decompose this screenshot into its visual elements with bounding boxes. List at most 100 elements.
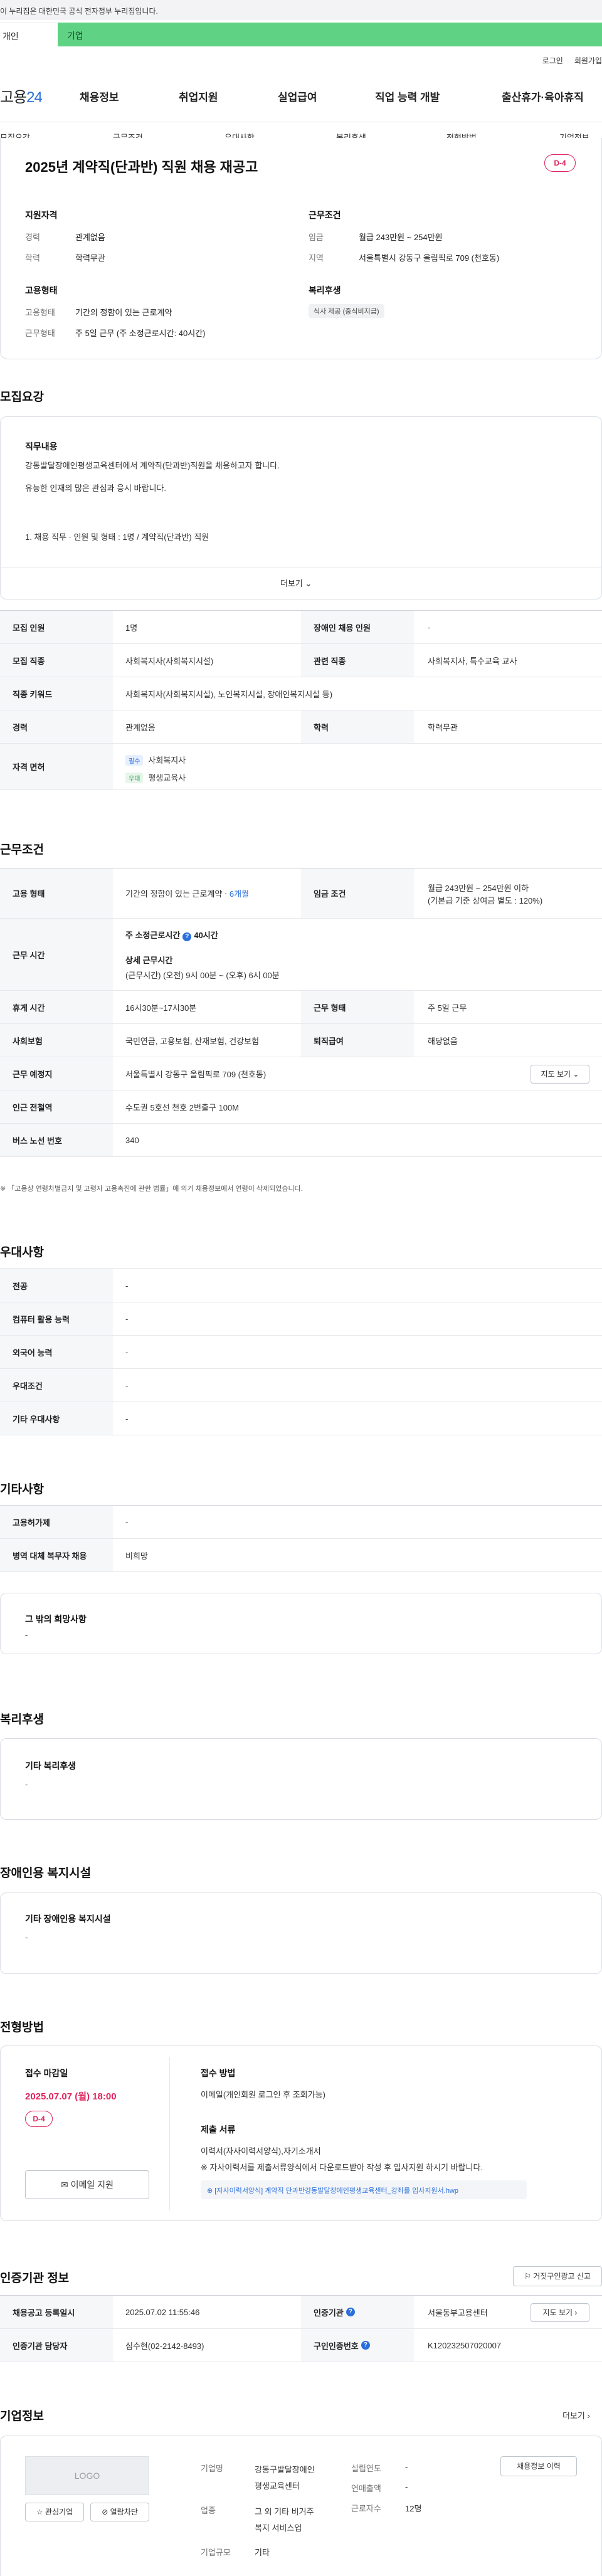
agency-section-title: 인증기관 정보 [0,2272,70,2285]
welfare-box [0,1738,602,1820]
subway-value: 수도권 5호선 천호 2번출구 100M [125,1102,240,1112]
reg-date-label: 채용공고 등록일시 [0,2296,113,2328]
disabled-count-label: 장애인 채용 인원 [301,611,414,643]
company-more-link[interactable]: 더보기 › [562,2409,590,2421]
agency-value: 서울동부고용센터 [428,2308,488,2318]
industry-2: 복지 서비스업 [255,2523,302,2533]
manager-label: 인증기관 담당자 [0,2329,113,2362]
docs-line-2: ※ 자사이력서를 제출서류양식에서 다운로드받아 작성 후 입사지원 하시기 바… [201,2163,483,2172]
workplace-value: 서울특별시 강동구 올림픽로 709 (천호동) [125,1069,267,1079]
table-row: 우대조건 - [0,1369,602,1402]
company-name-2: 평생교육센터 [255,2481,300,2491]
recruit-education-label: 학력 [301,710,414,743]
fav-company-label: 관심기업 [45,2508,73,2516]
table-row: 직종 키워드 사회복지사(사회복지시설), 노인복지시설, 장애인복지시설 등) [0,677,602,710]
method-title: 접수 방법 [201,2068,236,2078]
job-history-button[interactable]: 채용정보 이력 [500,2456,577,2476]
wage-range: 월급 243만원 ~ 254만원 이하 [428,884,529,893]
work-form-value-2: 주 5일 근무 [428,1003,467,1013]
etc-table: 고용허가제 - 병역 대체 복무자 채용 비희망 [0,1505,602,1572]
reg-date-value: 2025.07.02 11:55:46 [125,2307,200,2317]
workplace-map-button[interactable]: 지도 보기 ⌄ [531,1065,589,1084]
wage-cond-value: 월급 243만원 ~ 254만원 이하 (기본급 기준 상여금 별도 : 120%… [428,882,542,907]
help-icon[interactable]: ? [361,2341,370,2350]
job-type-value: 사회복지사(사회복지시설) [125,656,214,666]
agency-table: 채용공고 등록일시 2025.07.02 11:55:46 인증기관? 서울동부… [0,2295,602,2362]
attachment-icon: ⊕ [207,2187,213,2195]
report-label: 거짓구인광고 신고 [533,2272,591,2281]
industry-label: 업종 [201,2506,216,2515]
dday-badge: D-4 [544,154,576,172]
wage-label: 임금 [309,233,324,242]
eps-value: - [125,1517,129,1527]
related-job-value: 사회복지사, 특수교육 교사 [428,656,517,666]
wage-bonus: (기본급 기준 상여금 별도 : 120%) [428,896,543,905]
block-view-button[interactable]: ⊘ 열람차단 [90,2503,149,2521]
facility-section-title: 장애인용 복지시설 [0,1867,92,1880]
detail-hours-value: (근무시간) (오전) 9시 00분 ~ (오후) 6시 00분 [125,971,280,980]
login-link[interactable]: 로그인 [542,55,563,66]
table-row: 전공 - [0,1269,602,1302]
pref-table: 전공 - 컴퓨터 활용 능력 - 외국어 능력 - 우대조건 - 기타 우대사항 - [0,1269,602,1435]
email-apply-label: 이메일 지원 [70,2180,114,2190]
gov-banner: 이 누리집은 대한민국 공식 전자정부 누리집입니다. [0,0,602,20]
user-type-tabs: 개인 기업 [0,23,602,46]
computer-label: 컴퓨터 활용 능력 [0,1302,113,1335]
duty-line-2: 유능한 인재의 많은 관심과 응시 바랍니다. [25,483,166,493]
gnb-job-info[interactable]: 채용정보 [80,88,119,104]
false-ad-report-button[interactable]: ⚐ 거짓구인광고 신고 [513,2266,602,2286]
rest-value: 16시30분~17시30분 [125,1003,197,1013]
agency-label-text: 인증기관 [314,2308,344,2318]
help-icon[interactable]: ? [182,932,192,941]
emp-type-text: 기간의 정함이 있는 근로계약 [125,889,223,899]
duty-divider [0,567,602,568]
attachment-file[interactable]: ⊕ [자사이력서양식] 계약직 단과반강동발달장애인평생교육센터_강좌를 입사지… [201,2180,527,2199]
language-label: 외국어 능력 [0,1336,113,1368]
help-icon[interactable]: ? [346,2308,355,2316]
license-1: 사회복지사 [148,756,186,765]
tab-company[interactable]: 기업 [58,23,602,46]
email-apply-button[interactable]: ✉ 이메일 지원 [25,2170,149,2199]
select-divider [169,2057,170,2210]
job-type-label: 모집 직종 [0,644,113,677]
block-view-label: 열람차단 [110,2508,138,2516]
cert-num-label: 구인인증번호? [301,2329,414,2362]
work-form-label: 근무형태 [25,329,55,338]
agency-map-button[interactable]: 지도 보기 › [531,2303,589,2322]
employees-value: 12명 [405,2504,422,2513]
gnb-unemployment-benefit[interactable]: 실업급여 [278,88,317,104]
pref-other-value: - [125,1413,129,1423]
employment-type-heading: 고용형태 [25,285,58,295]
military-value: 비희망 [125,1551,148,1561]
license-required: 필수 사회복지사 [125,754,186,766]
gnb-employment-support[interactable]: 취업지원 [179,88,218,104]
employment-type-label: 고용형태 [25,308,55,317]
preferred-tag: 우대 [125,773,144,783]
recruit-section-title: 모집요강 [0,391,44,404]
other-hope-title: 그 밖의 희망사항 [25,1614,87,1624]
site-logo[interactable]: 고용24 [0,85,43,107]
cert-num-label-text: 구인인증번호 [314,2341,359,2351]
gnb-maternity-leave[interactable]: 출산휴가·육아휴직 [502,88,584,104]
conditions-heading: 근무조건 [309,210,341,220]
table-row: 휴게 시간 16시30분~17시30분 근무 형태 주 5일 근무 [0,991,602,1024]
fav-company-button[interactable]: ☆ 관심기업 [25,2503,84,2521]
pref-cond-label: 우대조건 [0,1369,113,1401]
weekly-hours-label: 주 소정근로시간 [125,931,181,940]
tab-individual[interactable]: 개인 [0,23,58,46]
sales-label: 연매출액 [351,2484,381,2493]
company-name-label: 기업명 [201,2464,223,2473]
duty-box [0,416,602,599]
employees-label: 근로자수 [351,2504,381,2513]
duty-more-button[interactable]: 더보기 ⌄ [280,577,312,589]
table-row: 모집 인원 1명 장애인 채용 인원 - [0,611,602,644]
gnb-vocational-training[interactable]: 직업 능력 개발 [375,88,440,104]
signup-link[interactable]: 회원가입 [574,55,602,66]
table-row: 채용공고 등록일시 2025.07.02 11:55:46 인증기관? 서울동부… [0,2296,602,2329]
company-name-value: 강동구발달장애인평생교육센터 [255,2462,315,2494]
company-name-1: 강동구발달장애인 [255,2465,315,2474]
wage-cond-label: 임금 조건 [301,868,414,918]
language-value: - [125,1347,129,1357]
age-note: ※ 「고용상 연령차별금지 및 고령자 고용촉진에 관한 법률」에 의거 채용정… [0,1185,303,1193]
weekly-hours: 주 소정근로시간? 40시간 [125,929,218,941]
